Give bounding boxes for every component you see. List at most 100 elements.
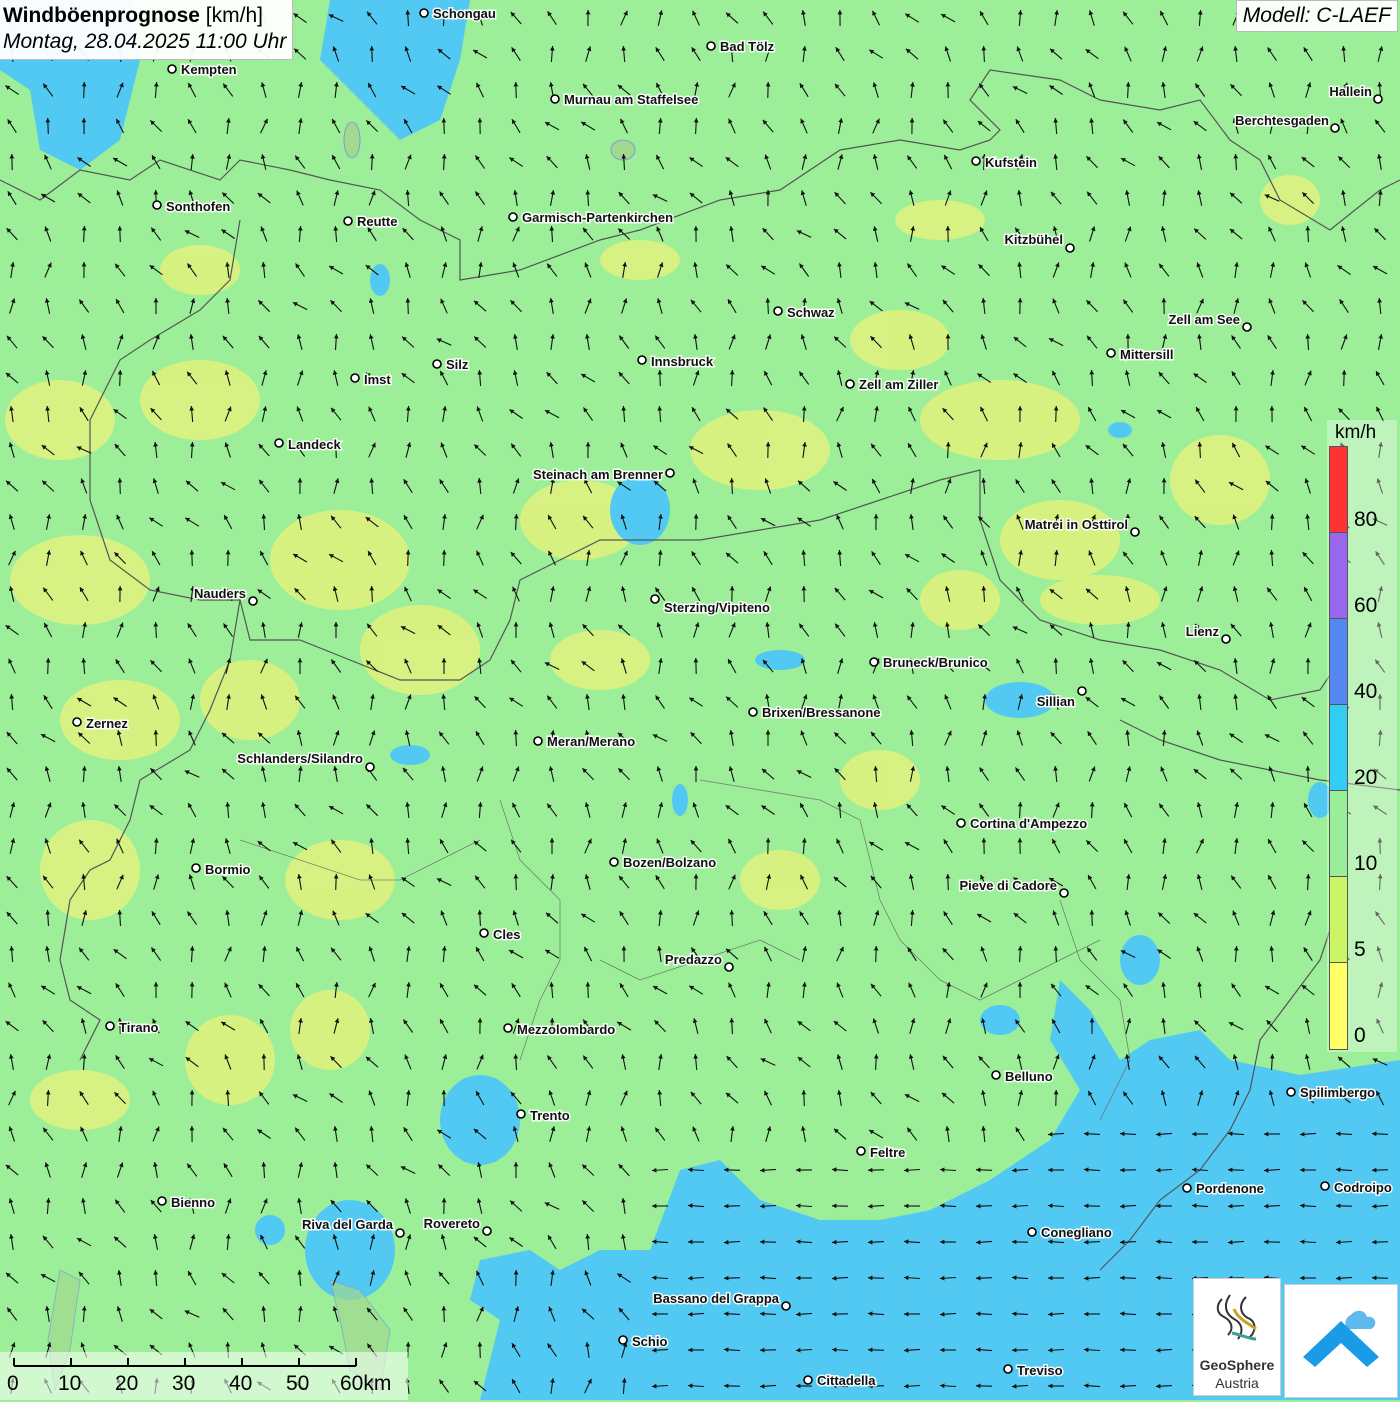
city-marker (749, 708, 757, 716)
city-label: Tirano (119, 1020, 159, 1035)
scale-label: 0 (7, 1372, 19, 1396)
city-label: Cles (493, 927, 520, 942)
wind-gust-map: SchongauKemptenBad TölzMurnau am Staffel… (0, 0, 1400, 1400)
city-marker (275, 439, 283, 447)
city-marker (1374, 95, 1382, 103)
city-label: Kufstein (985, 155, 1037, 170)
city-marker (870, 658, 878, 666)
cloud-arrow-logo-icon (1285, 1285, 1397, 1397)
legend-label: 0 (1354, 1024, 1366, 1048)
city-marker (1107, 349, 1115, 357)
scale-label: 40 (229, 1372, 252, 1396)
city-marker (774, 307, 782, 315)
city-label: Hallein (1329, 84, 1372, 99)
city-label: Rovereto (424, 1216, 480, 1231)
city-label: Zernez (86, 716, 128, 731)
legend-unit: km/h (1335, 422, 1376, 444)
legend-band-5 (1329, 876, 1348, 963)
city-marker (1183, 1184, 1191, 1192)
city-marker (396, 1229, 404, 1237)
city-marker (420, 9, 428, 17)
legend-band-60 (1329, 532, 1348, 619)
map-title: Windböenprognose [km/h] (3, 3, 286, 29)
city-label: Spilimbergo (1300, 1085, 1375, 1100)
city-marker (1243, 323, 1251, 331)
city-marker (1066, 244, 1074, 252)
city-label: Imst (364, 372, 391, 387)
city-marker (534, 737, 542, 745)
city-marker (638, 356, 646, 364)
app-logo[interactable] (1284, 1284, 1398, 1398)
city-label: Bassano del Grappa (653, 1291, 779, 1306)
city-marker (666, 469, 674, 477)
city-marker (619, 1336, 627, 1344)
city-label: Cittadella (817, 1373, 876, 1388)
geosphere-logo[interactable]: GeoSphere Austria (1193, 1278, 1281, 1396)
city-label: Reutte (357, 214, 397, 229)
legend-label: 5 (1354, 938, 1366, 962)
city-marker (992, 1071, 1000, 1079)
city-label: Matrei in Osttirol (1025, 517, 1128, 532)
city-label: Pordenone (1196, 1181, 1264, 1196)
city-label: Riva del Garda (302, 1217, 394, 1232)
city-marker (153, 201, 161, 209)
city-label: Sillian (1037, 694, 1075, 709)
city-marker (351, 374, 359, 382)
city-marker (551, 95, 559, 103)
city-marker (106, 1022, 114, 1030)
city-label: Brixen/Bressanone (762, 705, 881, 720)
city-marker (782, 1302, 790, 1310)
city-label: Cortina d'Ampezzo (970, 816, 1087, 831)
city-marker (957, 819, 965, 827)
city-marker (1028, 1228, 1036, 1236)
city-label: Steinach am Brenner (533, 467, 663, 482)
map-title-main: Windböenprognose (3, 4, 200, 27)
city-marker (804, 1376, 812, 1384)
scale-bar: 0 10 20 30 40 50 60km (0, 1352, 408, 1400)
city-marker (1078, 687, 1086, 695)
city-marker (1004, 1365, 1012, 1373)
city-label: Nauders (194, 586, 246, 601)
city-marker (857, 1147, 865, 1155)
scale-label: 50 (286, 1372, 309, 1396)
city-label: Zell am See (1168, 312, 1240, 327)
city-marker (707, 42, 715, 50)
city-marker (1060, 889, 1068, 897)
scale-label: 60km (340, 1372, 391, 1396)
geosphere-country: Austria (1194, 1375, 1280, 1391)
legend-band-80 (1329, 446, 1348, 533)
city-marker (344, 217, 352, 225)
city-marker (483, 1227, 491, 1235)
city-marker (972, 157, 980, 165)
city-label: Mittersill (1120, 347, 1173, 362)
forecast-datetime: Montag, 28.04.2025 11:00 Uhr (3, 29, 286, 55)
legend-band-40 (1329, 618, 1348, 705)
geosphere-name: GeoSphere (1194, 1357, 1280, 1373)
city-label: Feltre (870, 1145, 905, 1160)
city-label: Bienno (171, 1195, 215, 1210)
city-marker (1222, 635, 1230, 643)
city-marker (480, 929, 488, 937)
city-label: Schlanders/Silandro (237, 751, 363, 766)
city-label: Lienz (1186, 624, 1220, 639)
city-marker (725, 963, 733, 971)
legend-label: 10 (1354, 852, 1377, 876)
city-label: Bozen/Bolzano (623, 855, 716, 870)
city-marker (1131, 528, 1139, 536)
city-label: Treviso (1017, 1363, 1063, 1378)
city-label: Berchtesgaden (1235, 113, 1329, 128)
map-title-unit: [km/h] (200, 4, 263, 27)
legend-label: 20 (1354, 766, 1377, 790)
city-label: Mezzolombardo (517, 1022, 615, 1037)
city-marker (517, 1110, 525, 1118)
city-label: Sterzing/Vipiteno (664, 600, 770, 615)
scale-label: 10 (58, 1372, 81, 1396)
city-label: Kempten (181, 62, 237, 77)
city-marker (504, 1024, 512, 1032)
city-label: Garmisch-Partenkirchen (522, 210, 673, 225)
city-label: Meran/Merano (547, 734, 635, 749)
scale-bar-ticks (0, 1352, 408, 1374)
city-marker (249, 597, 257, 605)
color-legend: km/h 80 60 40 20 10 5 0 (1327, 420, 1397, 1052)
city-marker (168, 65, 176, 73)
